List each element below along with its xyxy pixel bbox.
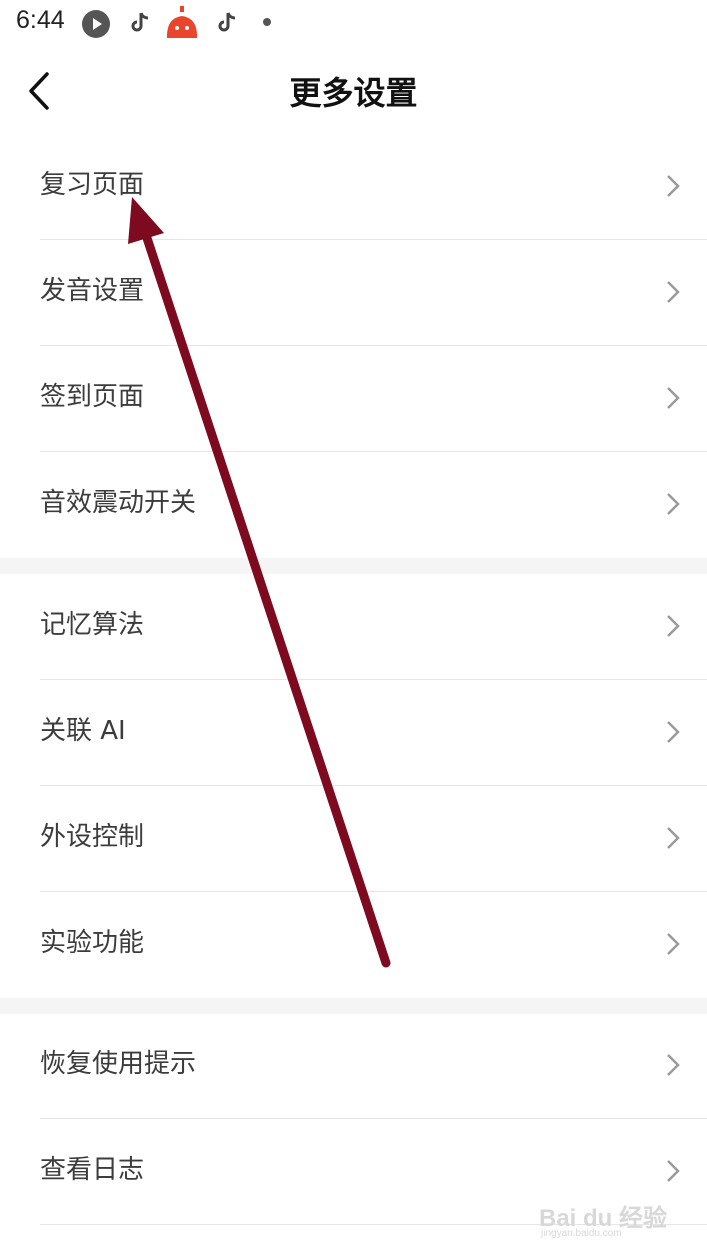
settings-group: 复习页面 发音设置 签到页面 音效震动开关 bbox=[0, 134, 707, 558]
chevron-right-icon bbox=[667, 933, 680, 955]
watermark: Bai du 经验 jingyan.baidu.com bbox=[539, 1196, 669, 1239]
settings-item-memory-algorithm[interactable]: 记忆算法 bbox=[0, 574, 707, 680]
settings-group: 恢复使用提示 查看日志 bbox=[0, 1013, 707, 1225]
status-time: 6:44 bbox=[16, 6, 65, 34]
settings-item-label: 复习页面 bbox=[40, 170, 145, 200]
settings-item-experimental[interactable]: 实验功能 bbox=[0, 892, 707, 998]
chevron-right-icon bbox=[667, 1160, 680, 1182]
tomato-novel-icon bbox=[167, 6, 197, 38]
settings-item-checkin-page[interactable]: 签到页面 bbox=[0, 346, 707, 452]
nav-header: 更多设置 bbox=[0, 48, 707, 134]
chevron-right-icon bbox=[667, 721, 680, 743]
settings-item-label: 恢复使用提示 bbox=[40, 1049, 197, 1079]
settings-item-restore-tips[interactable]: 恢复使用提示 bbox=[0, 1013, 707, 1119]
settings-item-label: 查看日志 bbox=[40, 1155, 145, 1185]
tiktok-icon bbox=[131, 12, 149, 32]
settings-item-review-page[interactable]: 复习页面 bbox=[0, 134, 707, 240]
settings-item-label: 记忆算法 bbox=[40, 610, 145, 640]
chevron-right-icon bbox=[667, 615, 680, 637]
watermark-url: jingyan.baidu.com bbox=[541, 1228, 622, 1239]
section-gap bbox=[0, 558, 707, 574]
settings-group: 记忆算法 关联 AI 外设控制 实验功能 bbox=[0, 574, 707, 998]
settings-item-peripheral-control[interactable]: 外设控制 bbox=[0, 786, 707, 892]
chevron-right-icon bbox=[667, 1054, 680, 1076]
settings-item-label: 外设控制 bbox=[40, 822, 145, 852]
chevron-right-icon bbox=[667, 175, 680, 197]
page-title: 更多设置 bbox=[289, 74, 418, 112]
settings-item-label: 音效震动开关 bbox=[40, 488, 197, 518]
more-notifications-dot-icon bbox=[263, 18, 271, 26]
chevron-right-icon bbox=[667, 827, 680, 849]
settings-item-label: 发音设置 bbox=[40, 276, 145, 306]
tiktok-icon bbox=[218, 12, 236, 32]
status-bar: 6:44 bbox=[0, 0, 707, 48]
settings-item-linked-ai[interactable]: 关联 AI bbox=[0, 680, 707, 786]
chevron-right-icon bbox=[667, 493, 680, 515]
settings-item-pronunciation[interactable]: 发音设置 bbox=[0, 240, 707, 346]
podcast-app-icon bbox=[82, 10, 110, 38]
section-gap bbox=[0, 998, 707, 1014]
settings-item-sound-vibration[interactable]: 音效震动开关 bbox=[0, 452, 707, 558]
settings-item-label: 关联 AI bbox=[40, 716, 126, 746]
chevron-right-icon bbox=[667, 281, 680, 303]
chevron-right-icon bbox=[667, 387, 680, 409]
settings-item-label: 实验功能 bbox=[40, 928, 145, 958]
settings-item-label: 签到页面 bbox=[40, 382, 145, 412]
